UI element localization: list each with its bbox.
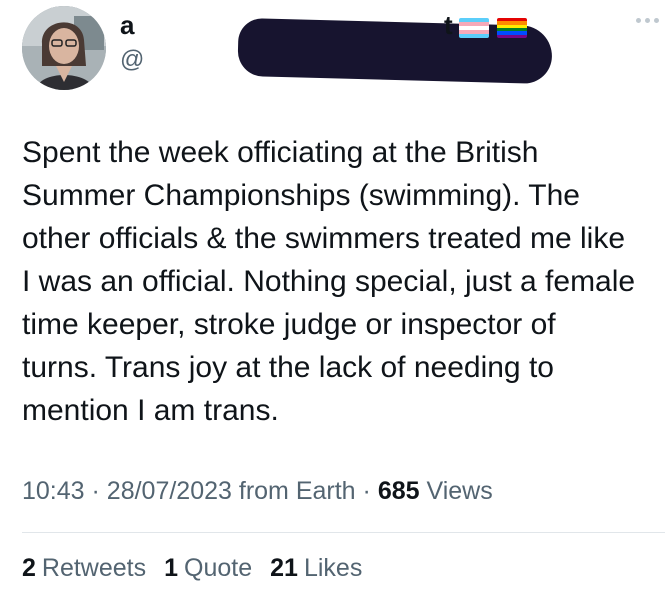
rainbow-flag-icon [497, 18, 527, 38]
likes-label: Likes [303, 554, 363, 582]
tweet-meta: 10:43 · 28/07/2023 from Earth · 685 View… [22, 477, 493, 506]
tweet: a @ t Spent the week officiating at the … [0, 0, 665, 600]
likes-stat[interactable]: 21 Likes [270, 554, 362, 583]
divider [22, 532, 665, 533]
more-options-icon[interactable] [636, 18, 659, 23]
avatar-photo [22, 6, 106, 90]
views-count: 685 [377, 477, 420, 505]
tweet-text: Spent the week officiating at the Britis… [22, 136, 636, 427]
quotes-label: Quote [184, 554, 253, 582]
meta-separator: · [91, 477, 107, 505]
retweets-label: Retweets [41, 554, 147, 582]
views-label: Views [426, 477, 493, 505]
display-name[interactable]: a [120, 10, 134, 41]
retweets-count: 2 [22, 554, 36, 582]
display-name-prefix[interactable]: a [120, 10, 134, 40]
retweets-stat[interactable]: 2 Retweets [22, 554, 146, 583]
tweet-date[interactable]: 28/07/2023 [107, 477, 232, 505]
meta-separator: · [362, 477, 378, 505]
quotes-stat[interactable]: 1 Quote [164, 554, 252, 583]
profile-flags [459, 18, 527, 38]
transgender-flag-icon [459, 18, 489, 38]
tweet-time[interactable]: 10:43 [22, 477, 85, 505]
tweet-source: from Earth [238, 477, 356, 505]
handle-text[interactable]: @ [120, 46, 144, 73]
avatar[interactable] [22, 6, 106, 90]
likes-count: 21 [270, 554, 298, 582]
engagement-stats: 2 Retweets 1 Quote 21 Likes [22, 554, 362, 583]
author-handle[interactable]: @ [120, 46, 144, 74]
display-name-suffix: t [444, 10, 453, 40]
quotes-count: 1 [164, 554, 179, 582]
